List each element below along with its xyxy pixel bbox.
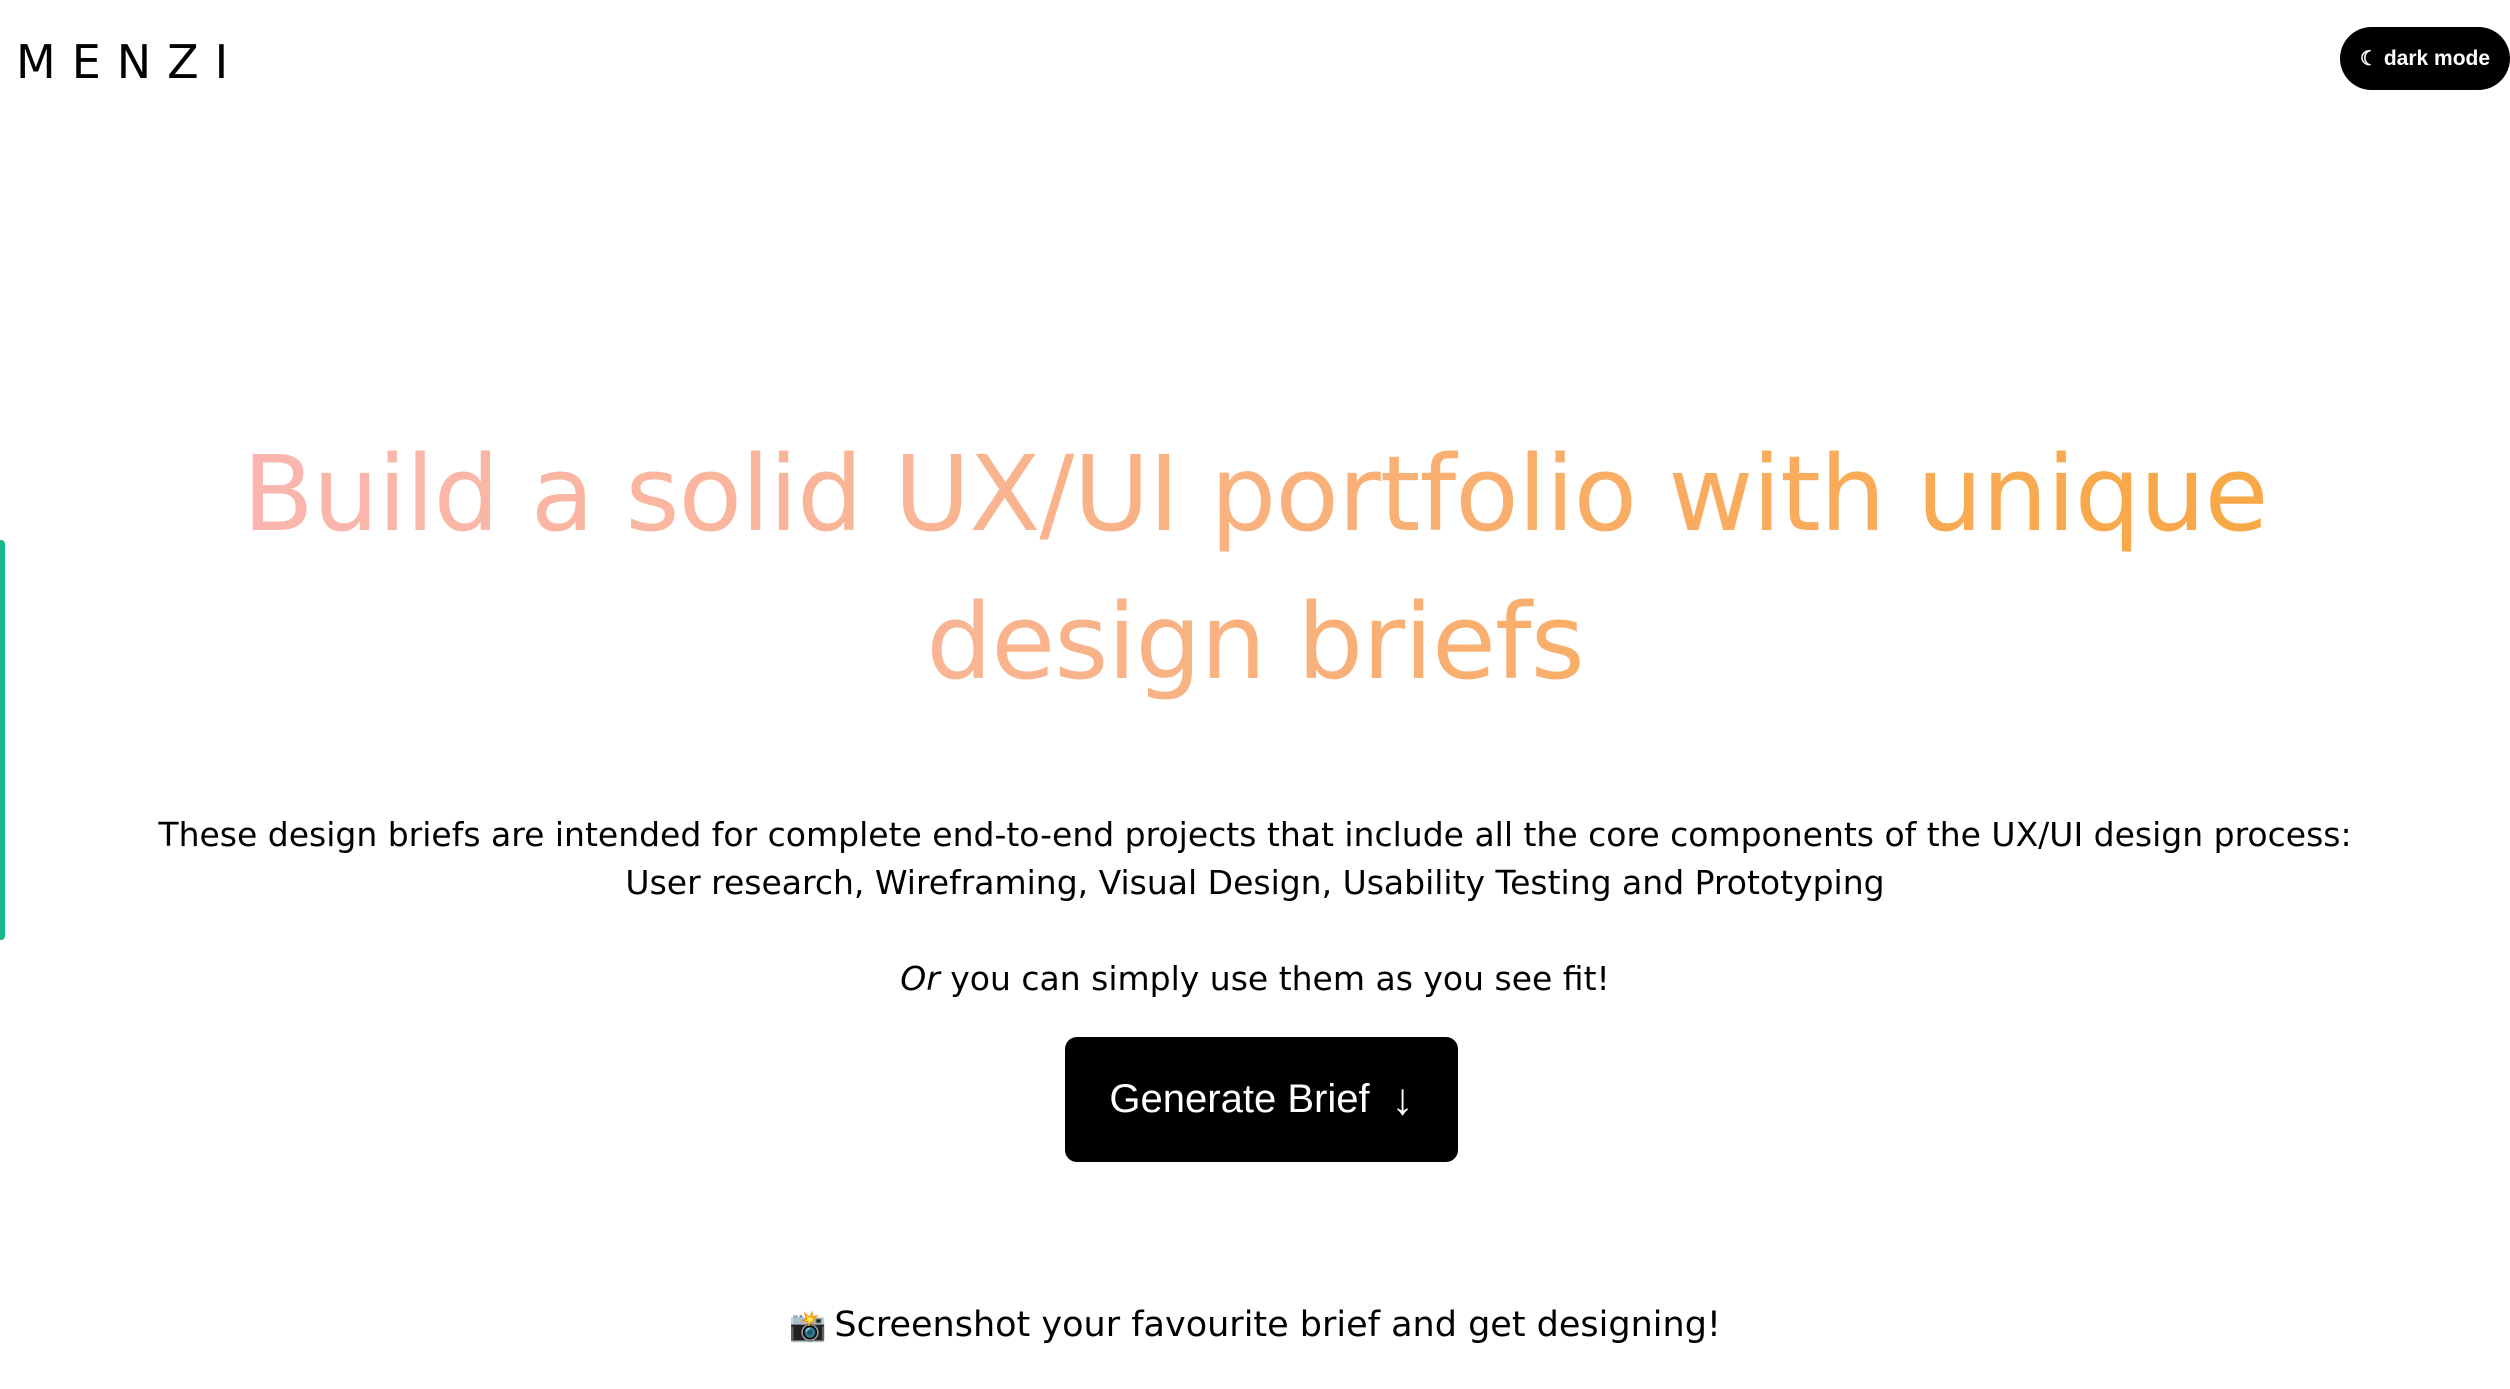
logo[interactable]: MENZI bbox=[16, 34, 244, 90]
side-tab[interactable] bbox=[0, 540, 5, 940]
generate-brief-label: Generate Brief bbox=[1109, 1077, 1370, 1121]
moon-icon: ☾ bbox=[2359, 47, 2378, 70]
page: MENZI ☾ dark mode Build a solid UX/UI po… bbox=[0, 0, 2510, 1389]
hero-description: These design briefs are intended for com… bbox=[100, 811, 2410, 907]
hero-title: Build a solid UX/UI portfolio with uniqu… bbox=[60, 420, 2450, 716]
alt-use-rest: you can simply use them as you see fit! bbox=[939, 959, 1610, 998]
screenshot-tip: 📸 Screenshot your favourite brief and get… bbox=[100, 1300, 2410, 1352]
screenshot-tip-text: Screenshot your favourite brief and get … bbox=[834, 1305, 1721, 1345]
alt-use-text: Or you can simply use them as you see fi… bbox=[100, 955, 2410, 1003]
alt-use-emphasis: Or bbox=[900, 959, 940, 998]
dark-mode-label: dark mode bbox=[2383, 46, 2491, 70]
dark-mode-toggle[interactable]: ☾ dark mode bbox=[2340, 27, 2510, 90]
camera-icon: 📸 bbox=[789, 1309, 827, 1344]
description-line-2: User research, Wireframing, Visual Desig… bbox=[625, 863, 1885, 902]
description-line-1: These design briefs are intended for com… bbox=[158, 815, 2352, 854]
generate-brief-button[interactable]: Generate Brief ↓ bbox=[1065, 1037, 1458, 1162]
arrow-down-icon: ↓ bbox=[1391, 1074, 1414, 1124]
